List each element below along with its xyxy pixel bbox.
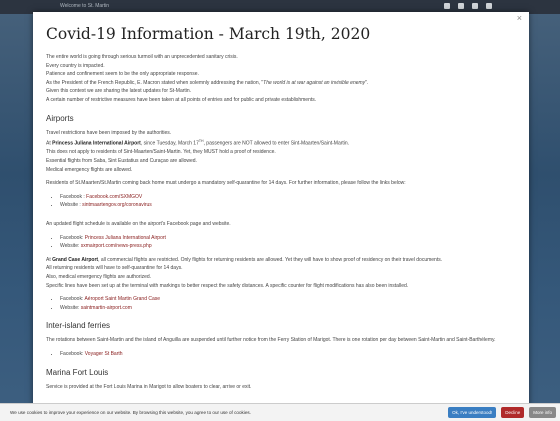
covid-info-modal: × Covid-19 Information - March 19th, 202…	[33, 12, 529, 410]
close-icon[interactable]: ×	[517, 13, 522, 23]
grand-case-text: At Grand Case Airport, all commercial fl…	[46, 256, 443, 263]
airport-links: Facebook: Princess Juliana International…	[46, 234, 518, 251]
accept-cookies-button[interactable]: Ok, I've understood!	[448, 407, 497, 418]
modal-content: Covid-19 Information - March 19th, 2020 …	[46, 24, 518, 391]
gov-links: Facebook : Facebook.com/SXMGOV Website :…	[46, 193, 518, 210]
airports-text: Travel restrictions have been imposed by…	[46, 129, 172, 136]
facebook-link[interactable]: Princess Juliana International Airport	[85, 235, 166, 241]
facebook-link[interactable]: Facebook.com/SXMGOV	[86, 194, 142, 200]
website-link[interactable]: saintmartin-airport.com	[81, 305, 132, 311]
marina-text: Service is provided at the Fort Louis Ma…	[46, 383, 252, 390]
list-item: Facebook : Facebook.com/SXMGOV	[60, 193, 518, 202]
list-item: Facebook: Voyager St Barth	[60, 350, 518, 359]
quarantine-text: Residents of St.Maarten/St.Martin coming…	[46, 180, 406, 187]
ferries-links: Facebook: Voyager St Barth	[46, 350, 518, 359]
intro-line: A certain number of restrictive measures…	[46, 96, 317, 103]
decline-cookies-button[interactable]: Decline	[501, 407, 525, 418]
cookie-message: We use cookies to improve your experienc…	[10, 410, 251, 415]
grand-case-text: Specific lines have been set up at the t…	[46, 282, 409, 289]
cookie-banner: We use cookies to improve your experienc…	[0, 403, 560, 421]
intro-line: The entire world is going through seriou…	[46, 54, 238, 60]
list-item: Facebook: Princess Juliana International…	[60, 234, 518, 243]
website-link[interactable]: sxmairport.com/news-press.php	[81, 243, 152, 249]
grand-case-links: Facebook: Aéroport Saint Martin Grand Ca…	[46, 295, 518, 312]
instagram-icon[interactable]	[486, 3, 492, 9]
airports-text: Essential flights from Saba, Sint Eustat…	[46, 158, 197, 164]
list-item: Website: saintmartin-airport.com	[60, 304, 518, 313]
airports-heading: Airports	[46, 113, 74, 123]
list-item: Website : sintmaartengov.org/coronavirus	[60, 201, 518, 210]
facebook-link[interactable]: Voyager St Barth	[85, 351, 123, 357]
airports-text: Medical emergency flights are allowed.	[46, 166, 133, 173]
website-link[interactable]: sintmaartengov.org/coronavirus	[82, 202, 152, 208]
marina-heading: Marina Fort Louis	[46, 367, 109, 377]
flag-uk-icon[interactable]	[458, 3, 464, 9]
ferries-text: The rotations between Saint-Martin and t…	[46, 337, 496, 344]
intro-line: Given this context we are sharing the la…	[46, 88, 192, 95]
intro-line: Patience and confinement seem to be the …	[46, 71, 199, 78]
airports-text: This does not apply to residents of Sint…	[46, 149, 276, 156]
facebook-link[interactable]: Aéroport Saint Martin Grand Case	[84, 296, 160, 302]
more-info-button[interactable]: More info	[529, 407, 556, 418]
ferries-heading: Inter-island ferries	[46, 321, 111, 331]
intro-macron: As the President of the French Republic,…	[46, 79, 369, 86]
intro-line: Every country is impacted.	[46, 62, 105, 69]
schedule-text: An updated flight schedule is available …	[46, 220, 231, 227]
flag-fr-icon[interactable]	[444, 3, 450, 9]
topbar-icons	[444, 3, 492, 9]
facebook-icon[interactable]	[472, 3, 478, 9]
list-item: Facebook: Aéroport Saint Martin Grand Ca…	[60, 295, 518, 304]
grand-case-text: All returning residents will have to sel…	[46, 265, 183, 272]
grand-case-text: Also, medical emergency flights are auth…	[46, 273, 152, 280]
airports-text: At Princess Juliana International Airpor…	[46, 139, 350, 147]
modal-title: Covid-19 Information - March 19th, 2020	[46, 25, 371, 43]
topbar-text: Welcome to St. Martin	[60, 3, 110, 9]
list-item: Website: sxmairport.com/news-press.php	[60, 242, 518, 251]
